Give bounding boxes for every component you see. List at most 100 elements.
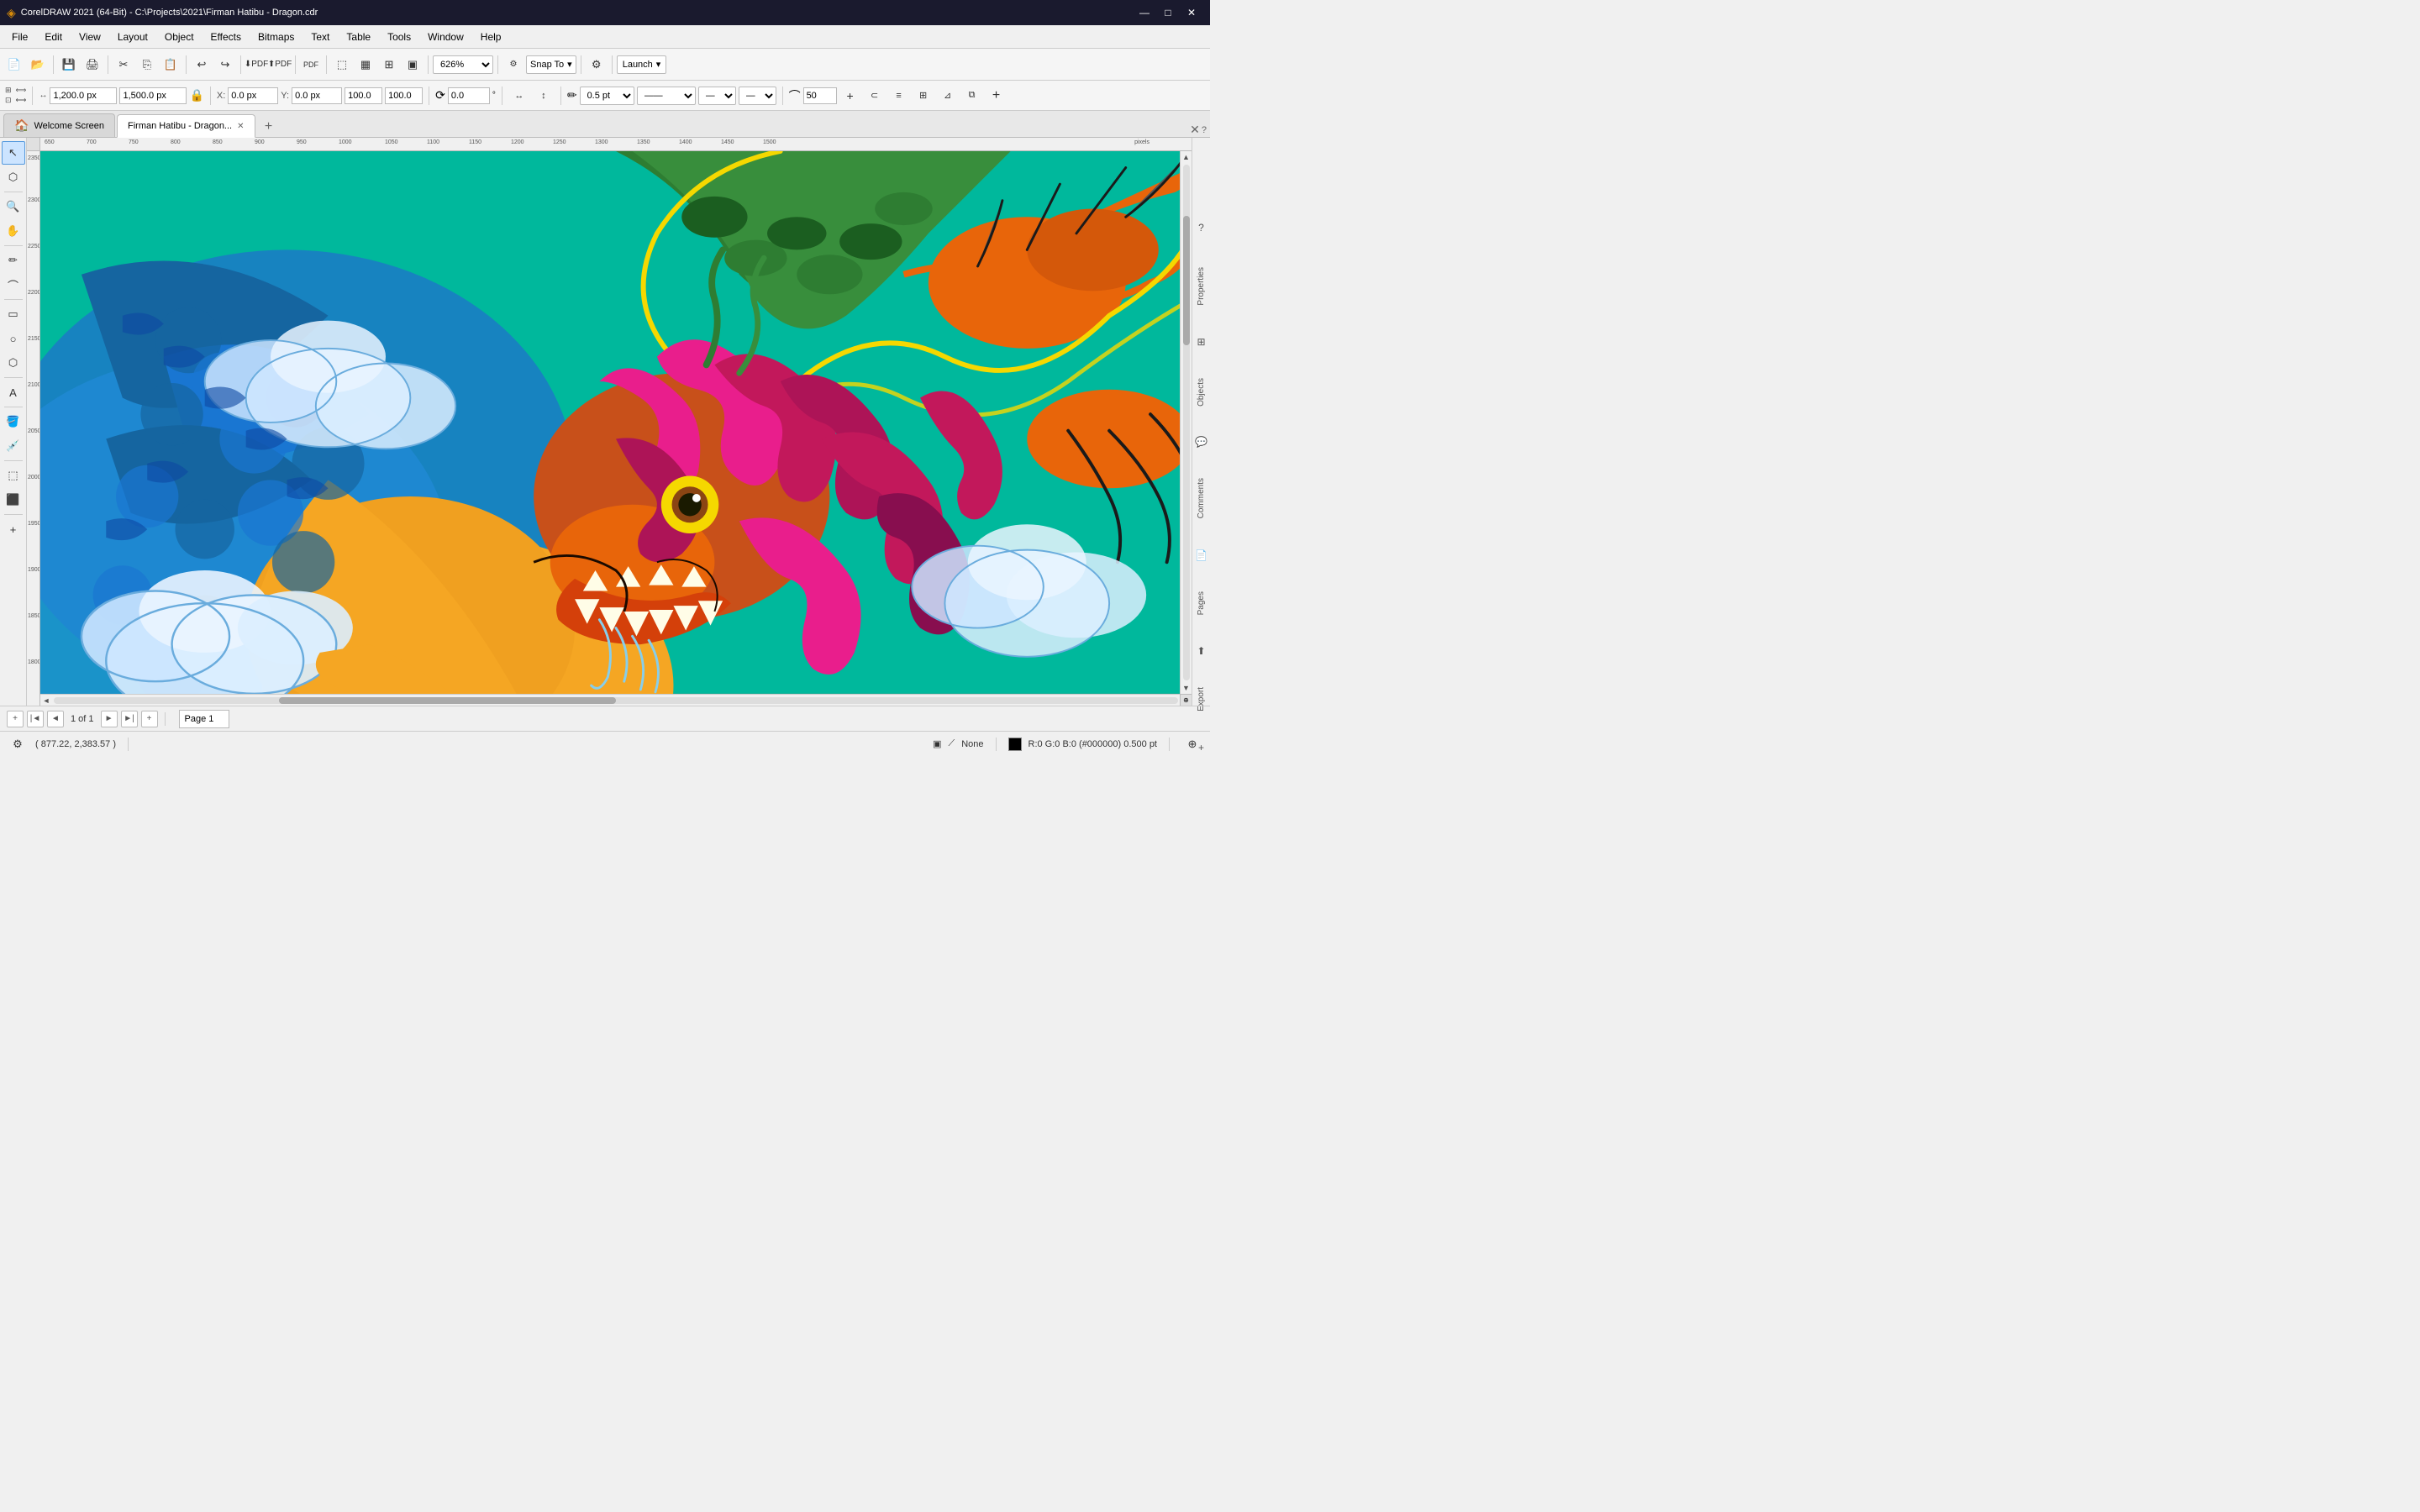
horizontal-scrollbar[interactable]: ◄ ► [40,694,1192,706]
x-input[interactable] [228,87,278,104]
menu-table[interactable]: Table [338,28,379,46]
corner-radius-input[interactable] [803,87,837,104]
hints-icon[interactable]: ? [1194,222,1209,234]
add-page-end-button[interactable]: + [141,711,158,727]
freehand-tool[interactable]: ✏ [2,249,25,272]
zoom-tool[interactable]: 🔍 [2,195,25,218]
arrow-end-combo[interactable]: — [739,87,776,105]
angle-input[interactable] [448,87,490,104]
menu-file[interactable]: File [3,28,36,46]
cut-button[interactable]: ✂ [113,54,134,76]
view-grid-button[interactable]: ⊞ [378,54,400,76]
snap-to-dropdown[interactable]: Snap To ▾ [526,55,576,74]
options-button[interactable]: ⚙ [586,54,608,76]
hint-close-icon[interactable]: ✕ [1190,123,1200,137]
rectangle-tool[interactable]: ▭ [2,302,25,326]
redo-button[interactable]: ↪ [214,54,236,76]
options-status-button[interactable]: ⚙ [7,733,29,755]
object-width-input[interactable] [50,87,117,104]
node-tool[interactable]: ⬡ [2,165,25,189]
undo-button[interactable]: ↩ [191,54,213,76]
order-button[interactable]: ⧉ [961,85,983,107]
menu-edit[interactable]: Edit [36,28,71,46]
polygon-tool[interactable]: ⬡ [2,351,25,375]
scroll-thumb-v[interactable] [1183,216,1190,345]
paste-button[interactable]: 📋 [160,54,182,76]
smart-fill-tool[interactable]: ⬛ [2,488,25,512]
minimize-button[interactable]: — [1133,0,1156,25]
zoom-combo[interactable]: 626% 100% 200% 400% [433,55,493,74]
scale-w-input[interactable] [345,87,382,104]
view-enhanced-button[interactable]: ▦ [355,54,376,76]
object-height-input[interactable] [119,87,187,104]
comments-icon[interactable]: 💬 [1194,436,1209,448]
export-icon[interactable]: ⬆ [1194,645,1209,657]
select-tool[interactable]: ↖ [2,141,25,165]
save-button[interactable]: 💾 [58,54,80,76]
ellipse-tool[interactable]: ○ [2,327,25,350]
align-button[interactable]: ≡ [888,85,910,107]
first-page-button[interactable]: |◄ [27,711,44,727]
objects-icon[interactable]: ⊞ [1194,336,1209,348]
scroll-track-v[interactable] [1183,165,1190,680]
scroll-thumb-h[interactable] [279,697,616,704]
last-page-button[interactable]: ►| [121,711,138,727]
tab-welcome[interactable]: 🏠 Welcome Screen [3,113,115,137]
vertical-scrollbar[interactable]: ▲ ▼ [1180,151,1192,694]
copy-button[interactable]: ⎘ [136,54,158,76]
menu-bitmaps[interactable]: Bitmaps [250,28,302,46]
y-input[interactable] [292,87,342,104]
zoom-fit-button[interactable]: ⊕ [1180,694,1192,706]
export-button[interactable]: ⬆PDF [269,54,291,76]
zoom-fit-status-button[interactable]: ⊕ [1181,733,1203,755]
next-page-button[interactable]: ► [101,711,118,727]
export-tab[interactable]: Export [1195,682,1207,717]
add-page-button[interactable]: + [7,711,24,727]
flip-v-button[interactable]: ↕ [533,85,555,107]
close-button[interactable]: ✕ [1180,0,1203,25]
open-button[interactable]: 📂 [27,54,49,76]
add-panel-button[interactable]: + [986,85,1007,107]
properties-tab[interactable]: Properties [1195,262,1207,311]
line-type-combo[interactable]: —— - - - [637,87,696,105]
convert-button[interactable]: ⊂ [864,85,886,107]
lock-ratio-button[interactable]: 🔒 [189,88,203,102]
maximize-button[interactable]: □ [1156,0,1180,25]
fill-tool[interactable]: 🪣 [2,410,25,433]
tab-close-icon[interactable]: ✕ [237,122,244,131]
menu-tools[interactable]: Tools [379,28,419,46]
scroll-down-button[interactable]: ▼ [1181,682,1192,694]
menu-layout[interactable]: Layout [109,28,156,46]
tab-add-button[interactable]: + [259,117,279,137]
prev-page-button[interactable]: ◄ [47,711,64,727]
menu-effects[interactable]: Effects [203,28,250,46]
print-button[interactable]: 🖨 [82,54,103,76]
corner-add-button[interactable]: + [839,85,861,107]
scroll-track-h[interactable] [54,697,1178,704]
distribute-button[interactable]: ⊞ [913,85,934,107]
import-button[interactable]: ⬇PDF [245,54,267,76]
pages-icon[interactable]: 📄 [1194,549,1209,561]
flip-h-button[interactable]: ↔ [508,85,530,107]
snap-options-button[interactable]: ⚙ [502,54,524,76]
view-simple-button[interactable]: ⬚ [331,54,353,76]
bezier-tool[interactable]: ⌒ [2,273,25,297]
menu-view[interactable]: View [71,28,109,46]
connector-tool[interactable]: + [2,517,25,541]
menu-help[interactable]: Help [472,28,510,46]
objects-tab[interactable]: Objects [1195,373,1207,412]
menu-text[interactable]: Text [302,28,338,46]
text-tool[interactable]: A [2,381,25,404]
transform-button[interactable]: ⊿ [937,85,959,107]
pages-tab[interactable]: Pages [1195,586,1207,620]
arrow-start-combo[interactable]: — [698,87,736,105]
new-button[interactable]: 📄 [3,54,25,76]
scroll-left-button[interactable]: ◄ [40,695,52,706]
scroll-up-button[interactable]: ▲ [1181,151,1192,163]
publish-pdf-button[interactable]: PDF [300,54,322,76]
menu-object[interactable]: Object [156,28,203,46]
comments-tab[interactable]: Comments [1195,473,1207,523]
tab-dragon[interactable]: Firman Hatibu - Dragon... ✕ [117,114,255,138]
scale-h-input[interactable] [385,87,423,104]
hint-close[interactable]: ✕ ? [1190,123,1207,137]
